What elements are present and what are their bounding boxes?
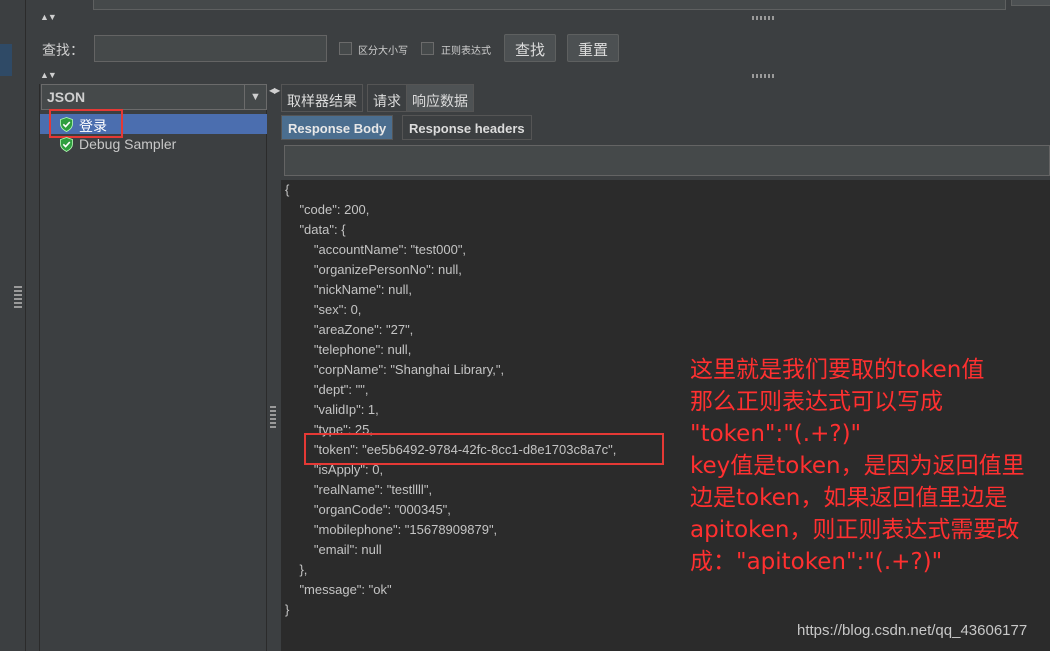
result-tabs: 取样器结果 请求 响应数据	[281, 84, 1050, 112]
response-subtabs: Response Body Response headers	[281, 113, 1050, 140]
split-arrows-side[interactable]: ◀▶	[269, 86, 280, 95]
top-text-area	[93, 0, 1006, 10]
tree-item-label: Debug Sampler	[79, 136, 177, 152]
response-line: "areaZone": "27",	[285, 322, 414, 337]
annotation-line: 这里就是我们要取的token值	[690, 357, 985, 383]
split-arrows-top[interactable]: ▲▼	[40, 12, 57, 22]
response-line: "organCode": "000345",	[285, 502, 451, 517]
tab-request[interactable]: 请求	[367, 84, 407, 112]
splitter-grip-side[interactable]	[270, 406, 276, 428]
response-line: }	[285, 602, 290, 617]
search-input[interactable]	[94, 35, 327, 62]
response-line: "message": "ok"	[285, 582, 392, 597]
annotation-line: 边是token，如果返回值里边是	[690, 485, 1008, 511]
result-tree-panel: JSON ▼ 登录 Debug Sampler	[39, 84, 267, 651]
response-line: "data": {	[285, 222, 346, 237]
tab-response-headers[interactable]: Response headers	[402, 115, 532, 140]
response-line: "telephone": null,	[285, 342, 412, 357]
regex-label: 正则表达式	[441, 46, 491, 57]
reset-button[interactable]: 重置	[567, 34, 620, 62]
splitter-grip-middle[interactable]	[752, 74, 774, 78]
chevron-down-icon[interactable]: ▼	[244, 85, 266, 109]
response-line: "mobilephone": "15678909879",	[285, 522, 498, 537]
renderer-select-value: JSON	[47, 89, 86, 105]
highlight-box-token	[304, 433, 664, 465]
annotation-line: apitoken，则正则表达式需要改	[690, 517, 1020, 543]
response-line: "email": null	[285, 542, 382, 557]
response-line: "organizePersonNo": null,	[285, 262, 462, 277]
search-label: 查找：	[42, 42, 84, 58]
response-line: "isApply": 0,	[285, 462, 384, 477]
response-line: {	[285, 182, 290, 197]
search-row: 查找： 区分大小写 正则表达式 查找 重置	[26, 30, 1050, 70]
left-accent-bar	[0, 44, 12, 76]
response-filter-field[interactable]	[284, 145, 1050, 176]
annotation-line: "token":"(.+?)"	[690, 421, 862, 447]
vertical-splitter[interactable]: ◀▶	[267, 84, 281, 651]
response-line: },	[285, 562, 308, 577]
watermark: https://blog.csdn.net/qq_43606177	[797, 622, 1028, 639]
annotation-line: key值是token，是因为返回值里	[690, 453, 1025, 479]
response-line: "realName": "testllll",	[285, 482, 433, 497]
tab-sampler-result[interactable]: 取样器结果	[281, 84, 363, 112]
tree-item-debug-sampler[interactable]: Debug Sampler	[40, 134, 267, 154]
response-line: "accountName": "test000",	[285, 242, 467, 257]
annotation-line: 成："apitoken":"(.+?)"	[690, 549, 943, 575]
left-strip	[0, 0, 26, 651]
top-right-button[interactable]	[1011, 0, 1050, 6]
tab-response-data[interactable]: 响应数据	[406, 84, 474, 112]
response-line: "dept": "",	[285, 382, 369, 397]
tab-response-body[interactable]: Response Body	[281, 115, 394, 140]
annotation-note: 这里就是我们要取的token值 那么正则表达式可以写成 "token":"(.+?)…	[690, 354, 1045, 578]
response-line: "sex": 0,	[285, 302, 362, 317]
case-sensitive-checkbox[interactable]	[339, 42, 352, 55]
response-line: "corpName": "Shanghai Library,",	[285, 362, 505, 377]
split-arrows-middle[interactable]: ▲▼	[40, 70, 57, 80]
regex-checkbox[interactable]	[421, 42, 434, 55]
response-line: "validIp": 1,	[285, 402, 379, 417]
find-button[interactable]: 查找	[504, 34, 557, 62]
response-line: "nickName": null,	[285, 282, 412, 297]
renderer-select[interactable]: JSON ▼	[41, 84, 267, 110]
left-resize-grip[interactable]	[14, 286, 22, 310]
splitter-grip-top[interactable]	[752, 16, 774, 20]
success-shield-icon	[60, 137, 73, 152]
response-line: "code": 200,	[285, 202, 370, 217]
case-sensitive-label: 区分大小写	[358, 46, 408, 57]
annotation-line: 那么正则表达式可以写成	[690, 389, 943, 415]
